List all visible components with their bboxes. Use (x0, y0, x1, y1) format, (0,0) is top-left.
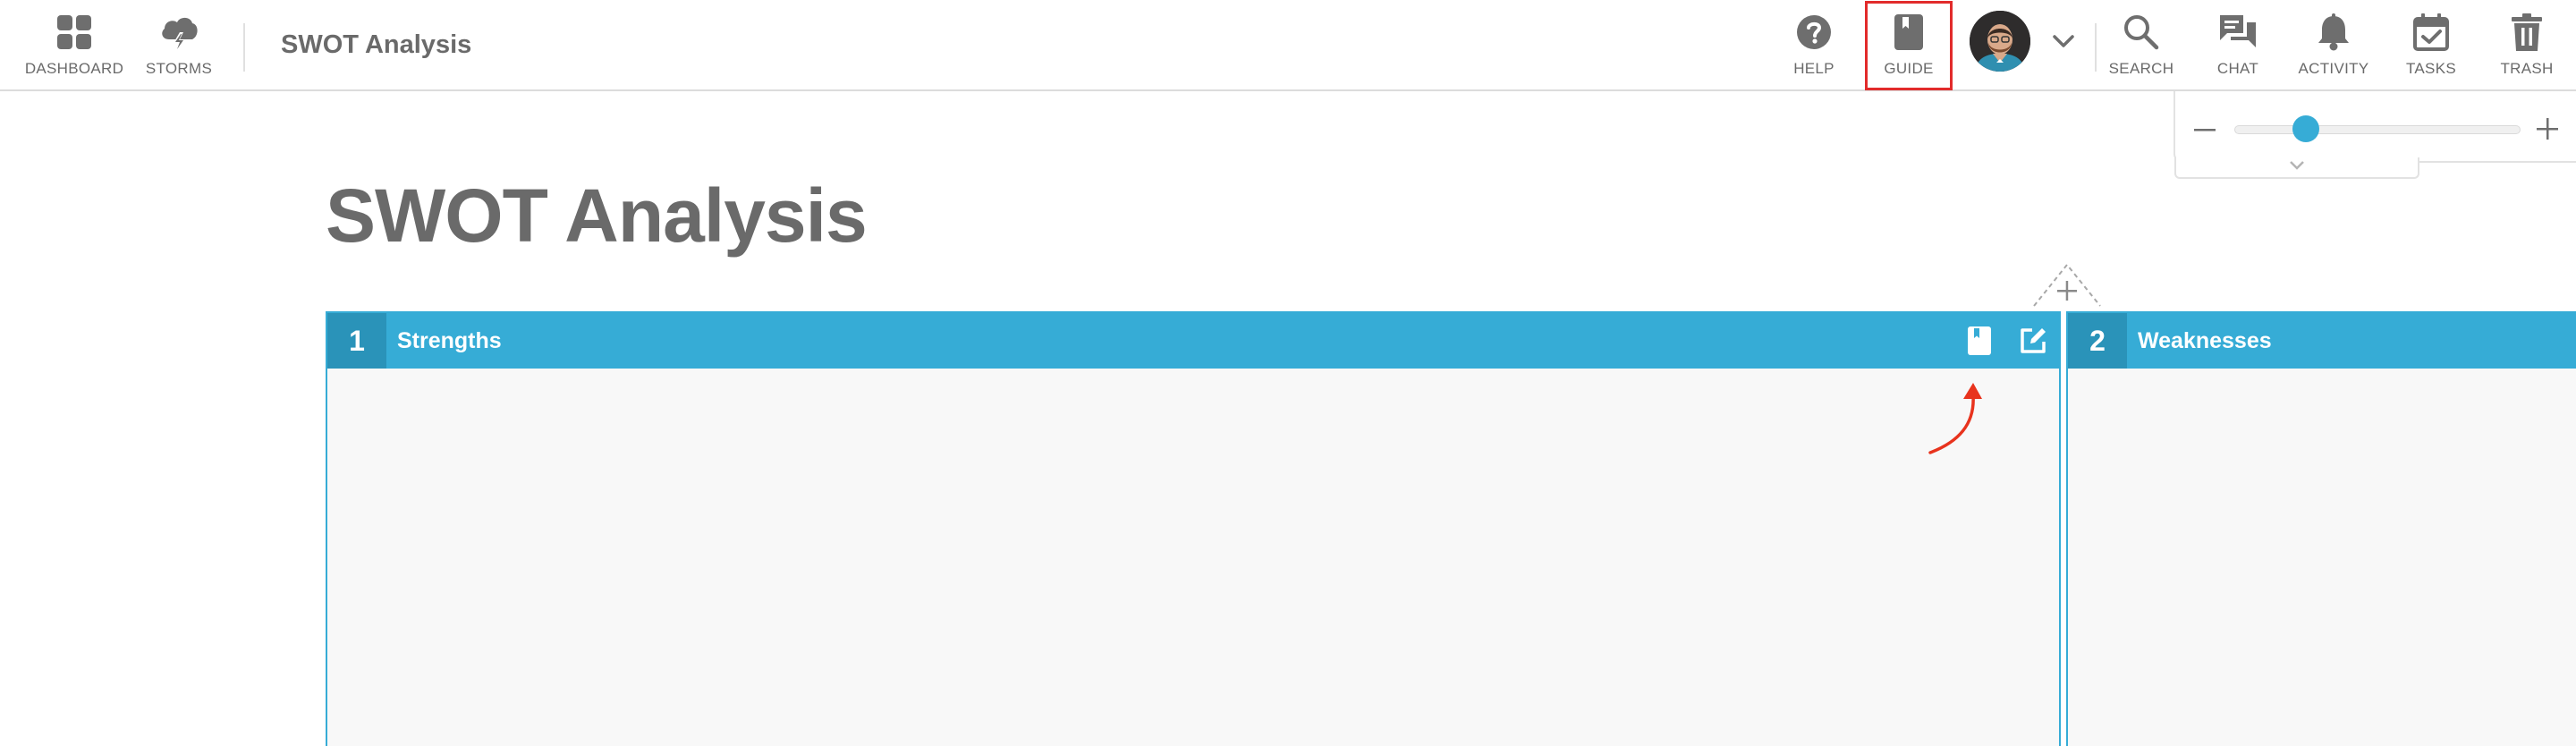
nav-chat-label: CHAT (2216, 60, 2259, 77)
guide-icon[interactable] (1964, 326, 1995, 356)
zoom-panel-collapse-toggle[interactable] (2174, 157, 2419, 179)
nav-divider (243, 23, 245, 72)
column-header: 1 Strengths (327, 313, 2059, 369)
swot-column-weaknesses: 2 Weaknesses (2066, 311, 2576, 746)
zoom-panel (2174, 91, 2576, 163)
zoom-slider-handle[interactable] (2292, 115, 2319, 142)
chevron-down-icon (2288, 159, 2306, 175)
column-number: 2 (2068, 313, 2127, 369)
nav-help-label: HELP (1793, 60, 1835, 77)
search-icon (2123, 13, 2160, 52)
column-title[interactable]: Weaknesses (2138, 328, 2272, 354)
nav-divider-right (2095, 23, 2097, 72)
activity-icon (2317, 13, 2351, 52)
nav-dashboard-label: DASHBOARD (24, 60, 124, 77)
nav-dashboard[interactable]: DASHBOARD (25, 0, 123, 89)
nav-trash[interactable]: TRASH (2492, 0, 2562, 89)
top-navigation-bar: DASHBOARD STORMS SWOT Analysis HELP GUID… (0, 0, 2576, 91)
trash-icon (2512, 13, 2542, 52)
tasks-icon (2413, 13, 2449, 52)
nav-tasks[interactable]: TASKS (2394, 0, 2469, 89)
nav-tasks-label: TASKS (2406, 60, 2456, 77)
dashboard-icon (56, 13, 92, 52)
edit-icon[interactable] (2018, 326, 2048, 356)
page-heading: SWOT Analysis (326, 174, 868, 258)
nav-guide-label: GUIDE (1884, 60, 1934, 77)
nav-storms-label: STORMS (145, 60, 213, 77)
guide-icon (1894, 13, 1924, 52)
column-header: 2 Weaknesses (2068, 313, 2576, 369)
chat-icon (2218, 13, 2258, 52)
column-title[interactable]: Strengths (397, 328, 502, 354)
nav-trash-label: TRASH (2500, 60, 2554, 77)
app-title: SWOT Analysis (281, 30, 472, 59)
nav-chat[interactable]: CHAT (2202, 0, 2274, 89)
zoom-slider-track[interactable] (2234, 125, 2521, 134)
zoom-in-button[interactable] (2535, 116, 2560, 141)
help-icon (1796, 13, 1832, 52)
add-column-button[interactable] (2032, 263, 2102, 308)
nav-guide[interactable]: GUIDE (1874, 0, 1944, 89)
nav-search[interactable]: SEARCH (2104, 0, 2179, 89)
swot-column-strengths: 1 Strengths (326, 311, 2061, 746)
nav-storms[interactable]: STORMS (141, 0, 216, 89)
nav-help[interactable]: HELP (1780, 0, 1848, 89)
user-avatar[interactable] (1970, 11, 2030, 72)
zoom-out-button[interactable] (2193, 118, 2216, 141)
nav-activity-label: ACTIVITY (2298, 60, 2369, 77)
storms-icon (158, 13, 199, 52)
account-menu-chevron-icon[interactable] (2052, 32, 2075, 50)
nav-activity[interactable]: ACTIVITY (2293, 0, 2374, 89)
column-number: 1 (327, 313, 386, 369)
nav-search-label: SEARCH (2108, 60, 2174, 77)
